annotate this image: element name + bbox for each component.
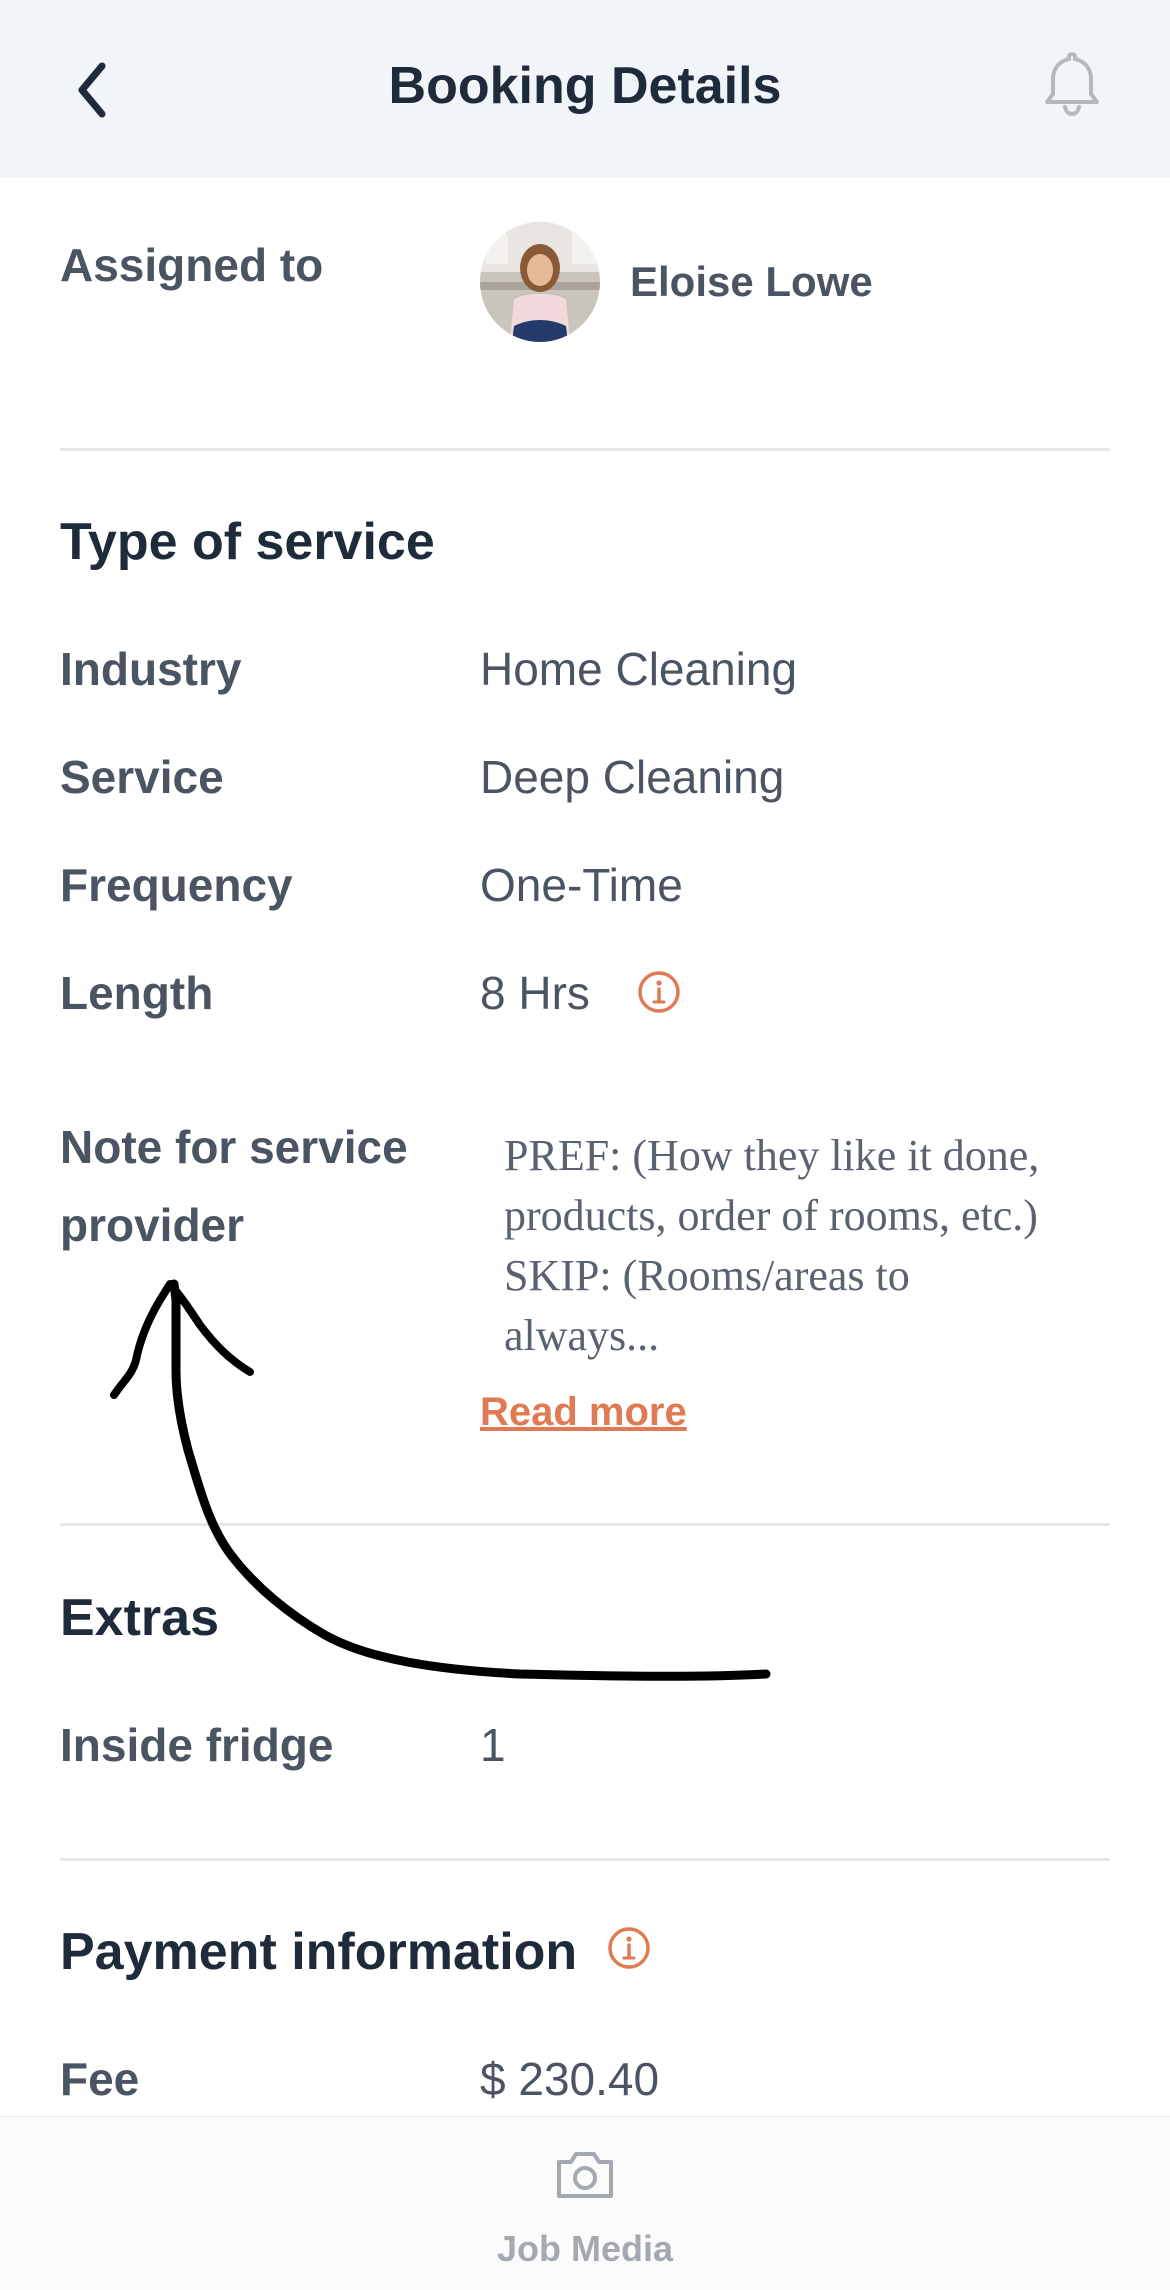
inside-fridge-label: Inside fridge (60, 1719, 334, 1771)
fee-label: Fee (60, 2053, 140, 2105)
job-media-button[interactable]: Job Media (485, 2146, 685, 2276)
note-label-line1: Note for service (60, 1121, 408, 1173)
section-title-extras: Extras (60, 1589, 219, 1647)
section-title-payment-information: Payment information (60, 1923, 578, 1981)
assigned-to-label: Assigned to (60, 239, 324, 291)
service-label: Service (60, 751, 224, 803)
frequency-value: One-Time (480, 859, 683, 911)
frequency-label: Frequency (60, 859, 293, 911)
top-bar: Booking Details (0, 0, 1170, 178)
notifications-button[interactable] (1034, 46, 1110, 122)
industry-value: Home Cleaning (480, 643, 798, 695)
divider (60, 1858, 1110, 1861)
payment-info-icon[interactable] (606, 1925, 652, 1971)
camera-icon (557, 2152, 613, 2198)
note-text: PREF: (How they like it done, products, … (504, 1131, 1040, 1360)
note-label-line2: provider (60, 1199, 245, 1251)
assignee-name: Eloise Lowe (630, 258, 873, 305)
section-title-type-of-service: Type of service (60, 513, 435, 571)
read-more-link[interactable]: Read more (480, 1390, 687, 1435)
length-info-icon[interactable] (636, 969, 682, 1015)
avatar[interactable] (480, 222, 600, 342)
length-label: Length (60, 967, 214, 1019)
service-value: Deep Cleaning (480, 751, 785, 803)
job-media-label: Job Media (496, 2228, 674, 2269)
divider (60, 1523, 1110, 1526)
fee-value: $ 230.40 (480, 2053, 660, 2105)
inside-fridge-value: 1 (480, 1719, 506, 1771)
divider (60, 448, 1110, 451)
page-title: Booking Details (388, 57, 782, 115)
length-value: 8 Hrs (480, 967, 590, 1019)
bell-icon (1045, 52, 1099, 117)
industry-label: Industry (60, 643, 242, 695)
